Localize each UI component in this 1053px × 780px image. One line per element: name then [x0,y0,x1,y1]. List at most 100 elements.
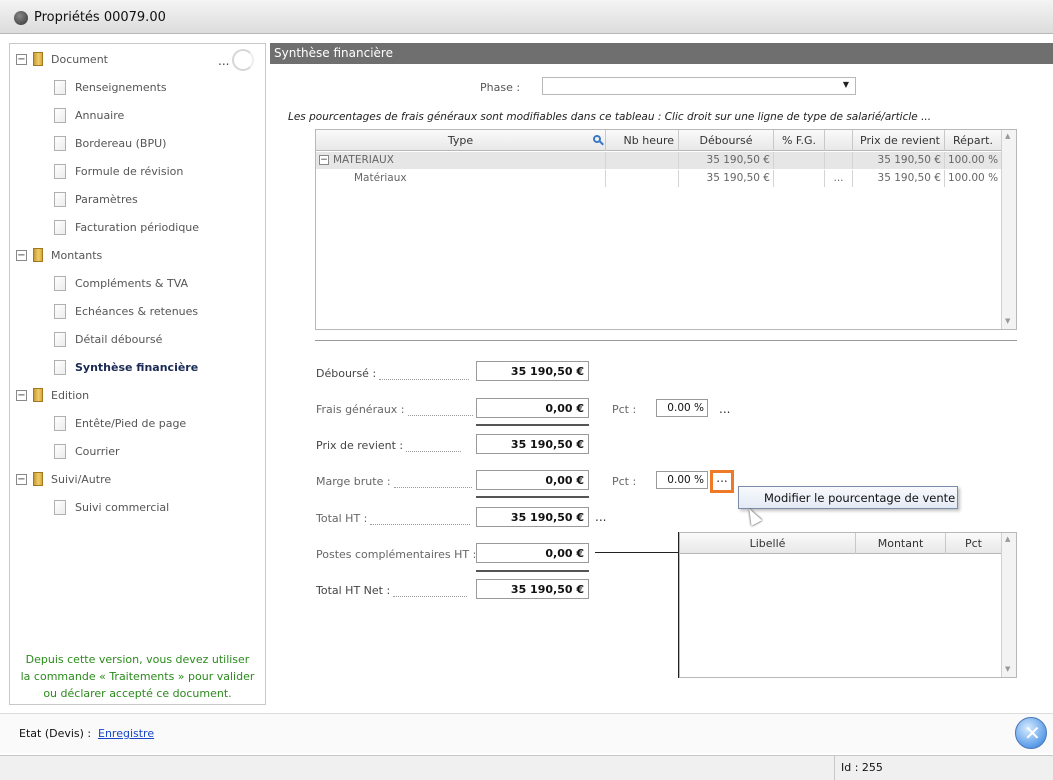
table-row[interactable]: − MATERIAUX 35 190,50 € 35 190,50 € 100.0… [316,152,1002,169]
sidebar-item-label: Compléments & TVA [75,276,189,290]
menu-item-modifier-pourcentage[interactable]: Modifier le pourcentage de vente [764,491,955,505]
column-header-debourse[interactable]: Déboursé [679,130,774,151]
sidebar-item-suivi-commercial[interactable]: Suivi commercial [54,497,169,517]
scroll-up-icon[interactable]: ▲ [1005,535,1010,543]
phase-select[interactable]: ▼ [542,77,856,95]
postes-field[interactable]: 0,00 € [476,543,589,563]
record-id: Id : 255 [834,756,889,780]
collapse-icon[interactable]: − [16,473,27,485]
scroll-down-icon[interactable]: ▼ [1005,317,1010,325]
grid-cell-debourse: 35 190,50 € [679,170,774,187]
sidebar-item-detail-debourse[interactable]: Détail déboursé [54,329,162,349]
collapse-icon[interactable]: − [16,53,27,65]
sidebar-item-synthese-financiere[interactable]: Synthèse financière [54,357,198,377]
status-bar: Etat (Devis) : Enregistre [0,713,1053,753]
sidebar-item-label: Annuaire [75,108,125,122]
prix-revient-field[interactable]: 35 190,50 € [476,434,589,454]
column-header-action[interactable] [825,130,853,151]
refresh-icon[interactable] [232,49,254,71]
column-header-nb-heure[interactable]: Nb heure [606,130,679,151]
sidebar-item-bordereau[interactable]: Bordereau (BPU) [54,133,166,153]
marge-brute-more-button[interactable]: ... [710,470,734,493]
column-header-pct[interactable]: Pct [946,533,1002,554]
window-title: Propriétés 00079.00 [34,10,166,25]
column-header-fg[interactable]: % F.G. [774,130,825,151]
status-link[interactable]: Enregistre [98,727,154,740]
chevron-down-icon[interactable]: ▼ [843,80,849,89]
total-ht-net-field[interactable]: 35 190,50 € [476,579,589,599]
marge-brute-pct-field[interactable]: 0.00 % [656,471,708,489]
total-ht-field[interactable]: 35 190,50 € [476,507,589,527]
page-icon [54,331,66,347]
grid-cell-action[interactable]: ... [825,170,853,187]
sidebar-item-complements-tva[interactable]: Compléments & TVA [54,273,188,293]
sidebar-item-label: Formule de révision [75,164,184,178]
field-label-marge-brute: Marge brute : [316,475,472,488]
app-icon [14,11,28,25]
sidebar-item-formule-revision[interactable]: Formule de révision [54,161,183,181]
sidebar-folder-edition[interactable]: − Edition [16,385,89,405]
collapse-icon[interactable]: − [16,389,27,401]
context-menu: Modifier le pourcentage de vente [738,486,958,509]
sidebar-item-courrier[interactable]: Courrier [54,441,120,461]
bottom-bar: Id : 255 [0,755,1053,780]
frais-generaux-more-button[interactable]: ... [719,402,730,416]
sidebar-item-facturation[interactable]: Facturation périodique [54,217,199,237]
folder-icon [33,52,43,66]
page-icon [54,359,66,375]
page-icon [54,163,66,179]
sidebar-item-parametres[interactable]: Paramètres [54,189,138,209]
subtotal-line [476,496,589,498]
debourse-field[interactable]: 35 190,50 € [476,361,589,381]
column-header-libelle[interactable]: Libellé [680,533,856,554]
column-header-type[interactable]: Type [316,130,606,151]
close-icon[interactable]: ✕ [1015,717,1047,749]
scroll-down-icon[interactable]: ▼ [1005,665,1010,673]
grid-cell-prix-revient: 35 190,50 € [853,170,945,187]
sidebar-item-entete-pied[interactable]: Entête/Pied de page [54,413,186,433]
collapse-icon[interactable]: − [319,155,329,165]
grid-cell-fg [774,170,825,187]
column-header-repart[interactable]: Répart. [945,130,1002,151]
scroll-up-icon[interactable]: ▲ [1005,132,1010,140]
sidebar-folder-montants[interactable]: − Montants [16,245,102,265]
synthese-grid[interactable]: Type Nb heure Déboursé % F.G. Prix de re… [315,129,1017,330]
sidebar-item-annuaire[interactable]: Annuaire [54,105,124,125]
panel-header: Synthèse financière [270,43,1053,64]
sidebar-more-button[interactable]: ... [218,54,229,68]
marge-brute-field[interactable]: 0,00 € [476,470,589,490]
sidebar-note: Depuis cette version, vous devez utilise… [10,651,265,702]
field-label-debourse: Déboursé : [316,367,470,380]
page-icon [54,415,66,431]
phase-label: Phase : [480,81,521,94]
sidebar-item-label: Détail déboursé [75,332,163,346]
page-icon [54,135,66,151]
page-icon [54,219,66,235]
sidebar-item-label: Echéances & retenues [75,304,199,318]
sidebar-folder-suivi[interactable]: − Suivi/Autre [16,469,111,489]
collapse-icon[interactable]: − [16,249,27,261]
total-ht-more-button[interactable]: ... [595,510,606,524]
sidebar-item-label: Suivi commercial [75,500,170,514]
sidebar-item-label: Facturation périodique [75,220,200,234]
subtotal-line [476,424,589,426]
grid-header: Libellé Montant Pct [680,533,1002,554]
search-icon[interactable] [593,135,601,143]
grid-scrollbar[interactable]: ▲ ▼ [1001,130,1016,329]
grid-scrollbar[interactable]: ▲ ▼ [1001,533,1016,677]
grid-cell-nb-heure [606,170,679,187]
frais-generaux-field[interactable]: 0,00 € [476,398,589,418]
sidebar-folder-document[interactable]: − Document [16,49,108,69]
sidebar-item-renseignements[interactable]: Renseignements [54,77,167,97]
postes-grid[interactable]: Libellé Montant Pct ▲ ▼ [679,532,1017,678]
grid-cell-action[interactable] [825,152,853,169]
sidebar-item-label: Synthèse financière [75,360,199,374]
grid-cell-debourse: 35 190,50 € [679,152,774,169]
column-header-prix-revient[interactable]: Prix de revient [853,130,945,151]
table-row[interactable]: Matériaux 35 190,50 € ... 35 190,50 € 10… [316,170,1002,187]
sidebar-item-echeances[interactable]: Echéances & retenues [54,301,198,321]
column-header-montant[interactable]: Montant [856,533,946,554]
frais-generaux-pct-field[interactable]: 0.00 % [656,399,708,417]
pct-label: Pct : [612,475,637,488]
grid-cell-prix-revient: 35 190,50 € [853,152,945,169]
